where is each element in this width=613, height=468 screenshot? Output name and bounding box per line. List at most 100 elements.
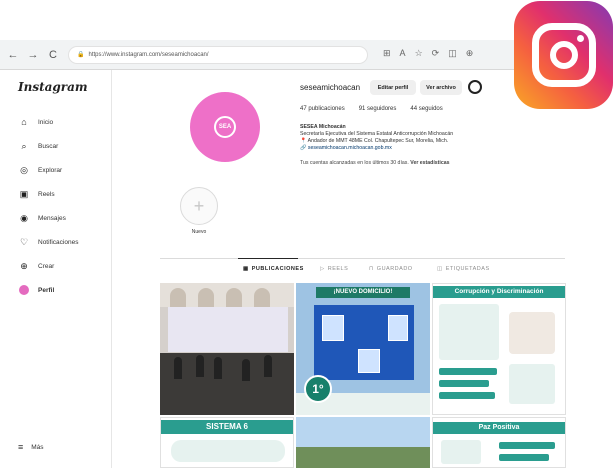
instagram-wordmark[interactable]: Instagram xyxy=(18,80,88,94)
browser-tools: ⊞ A ☆ ⟳ ◫ ⊕ xyxy=(383,48,473,59)
post-thumbnail[interactable]: Corrupción y Discriminación xyxy=(432,283,566,415)
post-title: Corrupción y Discriminación xyxy=(433,286,565,298)
sidebar-item-label: Buscar xyxy=(38,142,59,150)
compass-icon: ◎ xyxy=(20,164,28,175)
camera-lens xyxy=(549,41,578,69)
address-bar[interactable]: 🔒 https://www.instagram.com/seseamichoac… xyxy=(68,45,368,64)
sidebar-item-explorar[interactable]: ◎ Explorar xyxy=(18,163,62,177)
new-highlight-button[interactable]: + xyxy=(180,187,218,225)
sidebar-item-crear[interactable]: ⊕ Crear xyxy=(18,259,54,273)
plus-icon: + xyxy=(193,195,205,216)
info-panel xyxy=(439,304,499,360)
camera-flash-dot xyxy=(576,35,584,42)
tab-label: ETIQUETADAS xyxy=(445,266,490,272)
reels-icon: ▷ xyxy=(320,266,325,272)
profile-name: SESEA Michoacán xyxy=(300,124,346,130)
bookmark-icon: ⊓ xyxy=(369,266,374,272)
profile-bio: SESEA Michoacán Secretaría Ejecutiva del… xyxy=(300,124,500,167)
heart-icon: ♡ xyxy=(19,236,29,247)
instagram-logo-icon xyxy=(514,1,613,109)
post-thumbnail[interactable]: ¡NUEVO DOMICILIO! 1° xyxy=(296,283,430,415)
sidebar-item-perfil[interactable]: Perfil xyxy=(18,283,54,297)
sidebar-item-reels[interactable]: ▣ Reels xyxy=(18,187,55,201)
sidebar-item-label: Perfil xyxy=(38,286,55,294)
post-thumbnail[interactable]: SISTEMA 6 xyxy=(160,417,294,468)
tab-reels[interactable]: ▷ REELS xyxy=(320,266,348,272)
post-thumbnail[interactable]: Paz Positiva xyxy=(432,417,566,468)
profile-avatar[interactable]: SEA xyxy=(190,92,260,162)
bio-address: 📍 Andador de MMT 48ME Col. Chapultepec S… xyxy=(300,138,449,144)
bio-link[interactable]: 🔗 seseamichoacan.michoacan.gob.mx xyxy=(300,145,500,152)
posts-count[interactable]: 47 publicaciones xyxy=(300,106,345,112)
sidebar-item-label: Notificaciones xyxy=(38,238,79,246)
forward-arrow-icon[interactable]: → xyxy=(26,48,40,62)
profile-username: seseamichoacan xyxy=(300,83,361,92)
sync-icon[interactable]: ⟳ xyxy=(432,48,440,59)
post-banner: ¡NUEVO DOMICILIO! xyxy=(316,287,410,298)
sidebar-item-label: Reels xyxy=(38,190,55,198)
sidebar-item-label: Más xyxy=(31,443,44,451)
post-title: Paz Positiva xyxy=(433,422,565,434)
edit-profile-button[interactable]: Editar perfil xyxy=(370,80,416,95)
tab-guardado[interactable]: ⊓ GUARDADO xyxy=(369,266,413,272)
tab-label: REELS xyxy=(327,266,349,272)
sidebar-item-label: Explorar xyxy=(38,166,63,174)
sidebar-item-buscar[interactable]: ⌕ Buscar xyxy=(18,139,58,153)
star-icon[interactable]: ☆ xyxy=(415,48,423,59)
building-photo xyxy=(314,305,414,380)
info-panel xyxy=(171,440,285,462)
camera-outline xyxy=(531,23,596,87)
lock-icon: 🔒 xyxy=(77,52,85,58)
info-panel xyxy=(509,364,555,404)
sesea-logo: SEA xyxy=(214,116,236,138)
sidebar-item-mas[interactable]: ≡ Más xyxy=(18,442,44,452)
page: ← → C 🔒 https://www.instagram.com/seseam… xyxy=(0,0,613,468)
sidebar-item-inicio[interactable]: ⌂ Inicio xyxy=(18,115,53,129)
menu-icon: ≡ xyxy=(18,442,24,452)
url-text: https://www.instagram.com/seseamichoacan… xyxy=(88,51,209,58)
search-icon: ⌕ xyxy=(21,140,27,151)
create-icon: ⊕ xyxy=(20,260,28,271)
tabs-divider xyxy=(160,258,565,259)
reader-icon[interactable]: A xyxy=(400,48,406,59)
stage-floor xyxy=(160,353,294,415)
profile-avatar-icon xyxy=(19,285,29,295)
following-count[interactable]: 44 seguidos xyxy=(410,106,442,112)
reload-icon[interactable]: C xyxy=(46,48,60,62)
bio-line: Secretaría Ejecutiva del Sistema Estatal… xyxy=(300,131,454,137)
back-arrow-icon[interactable]: ← xyxy=(6,48,20,62)
post-title: SISTEMA 6 xyxy=(161,420,293,434)
post-thumbnail[interactable] xyxy=(160,283,294,415)
tab-publicaciones[interactable]: ▦ PUBLICACIONES xyxy=(243,266,304,272)
post-thumbnail[interactable] xyxy=(296,417,430,468)
home-icon: ⌂ xyxy=(21,117,27,127)
tab-label: GUARDADO xyxy=(376,266,413,272)
insights-link[interactable]: Ver estadísticas xyxy=(410,160,449,166)
first-floor-badge: 1° xyxy=(304,375,332,403)
building-facade xyxy=(160,283,294,307)
grid-icon: ▦ xyxy=(243,266,249,272)
settings-gear-icon[interactable] xyxy=(468,80,482,94)
sidebar-item-mensajes[interactable]: ◉ Mensajes xyxy=(18,211,66,225)
extension-icon[interactable]: ⊕ xyxy=(466,48,474,59)
sidebar: Instagram ⌂ Inicio ⌕ Buscar ◎ Explorar ▣… xyxy=(0,70,112,468)
sidebar-item-notificaciones[interactable]: ♡ Notificaciones xyxy=(18,235,79,249)
stage-screen xyxy=(168,307,288,352)
view-archive-button[interactable]: Ver archivo xyxy=(420,80,462,95)
messenger-icon: ◉ xyxy=(20,212,28,223)
followers-count[interactable]: 91 seguidores xyxy=(359,106,397,112)
sidebar-item-label: Crear xyxy=(38,262,55,270)
illustration xyxy=(509,312,555,354)
insights-text: Tus cuentas alcanzadas en los últimos 30… xyxy=(300,160,409,166)
info-panel xyxy=(441,440,481,464)
landscape xyxy=(296,447,430,468)
reels-icon: ▣ xyxy=(19,188,29,199)
sidebar-item-label: Inicio xyxy=(38,118,54,126)
split-icon[interactable]: ◫ xyxy=(448,48,457,59)
tab-label: PUBLICACIONES xyxy=(251,266,304,272)
grid-icon[interactable]: ⊞ xyxy=(383,48,391,59)
highlight-label: Nuevo xyxy=(191,229,207,235)
tab-etiquetadas[interactable]: ◫ ETIQUETADAS xyxy=(437,266,490,272)
sidebar-item-label: Mensajes xyxy=(38,214,66,222)
tagged-icon: ◫ xyxy=(437,266,443,272)
